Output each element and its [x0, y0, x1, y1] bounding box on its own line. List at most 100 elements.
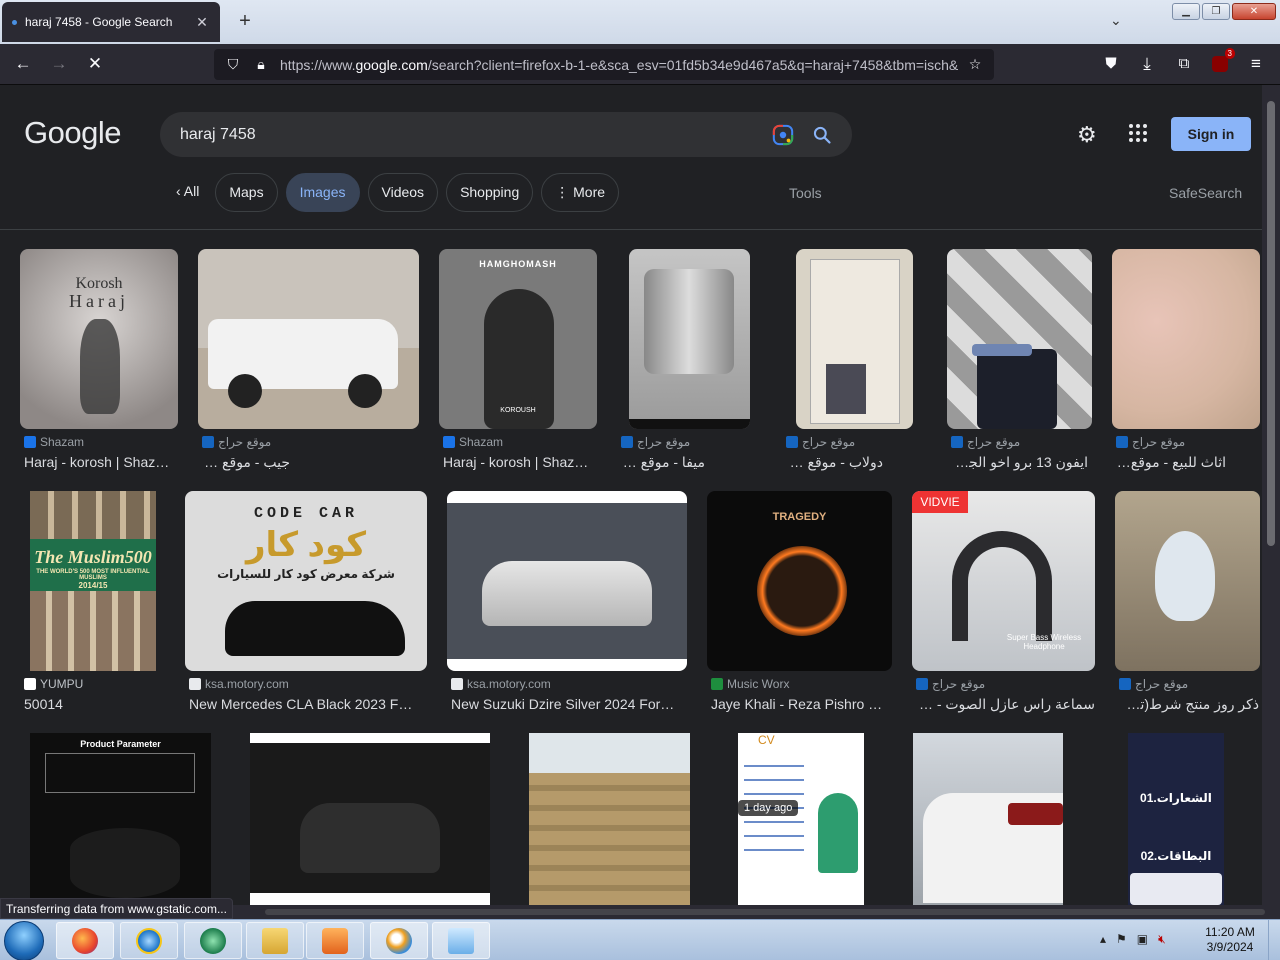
chip-videos[interactable]: Videos	[367, 173, 439, 212]
loading-indicator-icon	[12, 19, 17, 25]
result-11-caption[interactable]: Jaye Khali - Reza Pishro …	[711, 696, 892, 712]
result-8-caption[interactable]: 50014	[24, 696, 164, 712]
result-10-source[interactable]: ksa.motory.com	[451, 677, 687, 691]
search-input[interactable]: haraj 7458	[180, 126, 772, 144]
result-image-15[interactable]	[250, 733, 490, 905]
minimize-button[interactable]: ▁	[1172, 3, 1200, 20]
result-image-6[interactable]	[947, 249, 1092, 429]
result-image-1[interactable]: Korosh Haraj	[20, 249, 178, 429]
result-1-source[interactable]: Shazam	[24, 435, 178, 449]
result-image-3[interactable]: HAMGHOMASH KOROUSH	[439, 249, 597, 429]
result-13-caption[interactable]: ذكر روز منتج شرط(تم الب…	[1119, 696, 1259, 713]
result-12-caption[interactable]: سماعة راس عازل الصوت - موقع…	[916, 696, 1095, 713]
result-4-source[interactable]: موقع حراج	[621, 435, 761, 449]
search-box[interactable]: haraj 7458	[160, 112, 852, 157]
result-3-source[interactable]: Shazam	[443, 435, 597, 449]
lock-icon[interactable]: 🔒︎	[252, 56, 270, 73]
horizontal-scrollbar-thumb[interactable]	[265, 909, 1265, 915]
tab-google-search[interactable]: haraj 7458 - Google Search ✕	[2, 2, 220, 42]
result-image-19[interactable]: 01.الشعارات 02.البطاقات	[1128, 733, 1224, 905]
close-window-button[interactable]: ✕	[1232, 3, 1276, 20]
vertical-scrollbar[interactable]	[1262, 85, 1280, 905]
result-7-source[interactable]: موقع حراج	[1116, 435, 1256, 449]
result-4-caption[interactable]: ميفا - موقع حراج	[621, 454, 705, 471]
result-image-18[interactable]	[913, 733, 1063, 905]
tab-close-icon[interactable]: ✕	[194, 14, 210, 31]
result-13-source[interactable]: موقع حراج	[1119, 677, 1259, 691]
bookmark-star-icon[interactable]: ☆	[966, 56, 984, 73]
result-image-10[interactable]	[447, 491, 687, 671]
chip-more[interactable]: ⋮ More	[541, 173, 620, 212]
google-apps-icon[interactable]	[1129, 124, 1147, 142]
result-image-9[interactable]: CODE CAR كود كار شركة معرض كود كار للسيا…	[185, 491, 427, 671]
result-image-14[interactable]: Product Parameter	[30, 733, 211, 905]
tracking-protection-shield-icon[interactable]: ⛉	[224, 56, 242, 73]
result-6-source[interactable]: موقع حراج	[951, 435, 1091, 449]
result-8-source[interactable]: YUMPU	[24, 677, 164, 691]
result-2-caption[interactable]: جيب - موقع حراج	[202, 454, 290, 471]
chip-shopping[interactable]: Shopping	[446, 173, 534, 212]
taskbar-firefox-button[interactable]	[56, 922, 114, 959]
tools-button[interactable]: Tools	[789, 185, 822, 201]
result-9-caption[interactable]: New Mercedes CLA Black 2023 F…	[189, 696, 427, 712]
sign-in-button[interactable]: Sign in	[1171, 117, 1251, 151]
safesearch-button[interactable]: SafeSearch	[1169, 185, 1242, 201]
settings-gear-icon[interactable]: ⚙	[1077, 122, 1097, 148]
result-1-caption[interactable]: Haraj - korosh | Shaz…	[24, 454, 178, 470]
ublock-extension-icon[interactable]: 3	[1207, 48, 1235, 78]
show-desktop-button[interactable]	[1268, 920, 1280, 960]
result-3-caption[interactable]: Haraj - korosh | Shaz…	[443, 454, 597, 470]
result-9-source[interactable]: ksa.motory.com	[189, 677, 427, 691]
result-image-4[interactable]	[629, 249, 750, 429]
taskbar-explorer-button[interactable]	[246, 922, 304, 959]
forward-arrow-icon[interactable]: →	[46, 52, 72, 78]
network-monitor-icon[interactable]: ▣	[1137, 932, 1148, 947]
internet-explorer-icon	[136, 928, 162, 954]
google-lens-icon[interactable]	[772, 124, 794, 146]
volume-muted-icon[interactable]: 🔇︎	[1158, 932, 1166, 947]
restore-button[interactable]: ❐	[1202, 3, 1230, 20]
taskbar-notepad-button[interactable]	[432, 922, 490, 959]
result-image-8[interactable]: The Muslim500 THE WORLD'S 500 MOST INFLU…	[30, 491, 156, 671]
result-image-7[interactable]	[1112, 249, 1260, 429]
action-center-flag-icon[interactable]: ⚑	[1116, 932, 1127, 947]
result-10-caption[interactable]: New Suzuki Dzire Silver 2024 For…	[451, 696, 687, 712]
taskbar-media-player-button[interactable]	[306, 922, 364, 959]
chip-all[interactable]: ‹ All	[168, 173, 207, 212]
show-hidden-icons-chevron-icon[interactable]: ▴	[1100, 932, 1106, 947]
result-5-source[interactable]: موقع حراج	[786, 435, 926, 449]
chip-maps[interactable]: Maps	[215, 173, 278, 212]
result-image-16[interactable]	[529, 733, 690, 905]
result-7-caption[interactable]: اثاث للبيع - موقع حراج	[1116, 454, 1226, 471]
scrollbar-thumb[interactable]	[1267, 101, 1275, 546]
pocket-icon[interactable]: ⛊	[1098, 52, 1124, 78]
result-image-2[interactable]	[198, 249, 419, 429]
result-image-11[interactable]: TRAGEDY	[707, 491, 892, 671]
result-2-source[interactable]: موقع حراج	[202, 435, 419, 449]
google-logo[interactable]: Google	[24, 115, 121, 151]
address-bar[interactable]: ⛉ 🔒︎ https://www.google.com/search?clien…	[214, 49, 994, 80]
downloads-icon[interactable]: ⤓	[1134, 52, 1160, 78]
result-image-12[interactable]: VIDVIE Super Bass Wireless Headphone	[912, 491, 1095, 671]
list-all-tabs-chevron-icon[interactable]: ⌄	[1110, 12, 1122, 29]
stop-loading-icon[interactable]: ✕	[82, 52, 108, 78]
new-tab-button[interactable]: +	[232, 9, 258, 35]
result-image-13[interactable]	[1115, 491, 1260, 671]
search-icon[interactable]	[812, 125, 832, 145]
taskbar-internet-explorer-button[interactable]	[120, 922, 178, 959]
taskbar-network-button[interactable]	[184, 922, 242, 959]
result-11-source[interactable]: Music Worx	[711, 677, 892, 691]
result-5-caption[interactable]: دولاب - موقع حراج	[786, 454, 883, 471]
image-time-badge: 1 day ago	[738, 800, 799, 816]
result-12-source[interactable]: موقع حراج	[916, 677, 1095, 691]
system-clock[interactable]: 11:20 AM 3/9/2024	[1198, 925, 1262, 955]
start-button-windows-icon[interactable]	[4, 921, 44, 960]
hamburger-menu-icon[interactable]: ≡	[1243, 52, 1269, 78]
chip-images[interactable]: Images	[285, 173, 360, 212]
result-image-17[interactable]: CV	[738, 733, 864, 905]
taskbar-paint-button[interactable]	[370, 922, 428, 959]
extensions-puzzle-icon[interactable]: ⧉	[1171, 52, 1197, 78]
result-6-caption[interactable]: ايفون 13 برو اخو الجديد …	[951, 454, 1088, 471]
result-image-5[interactable]	[796, 249, 913, 429]
back-arrow-icon[interactable]: ←	[10, 52, 36, 78]
